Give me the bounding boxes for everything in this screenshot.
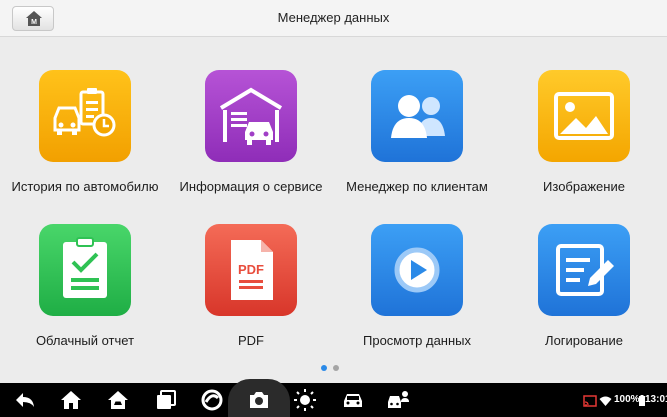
car-user-icon[interactable] [382, 383, 416, 417]
app-label: Изображение [543, 179, 625, 194]
logging-icon[interactable] [538, 224, 630, 316]
cloud-report-icon[interactable] [39, 224, 131, 316]
image-icon[interactable] [538, 70, 630, 162]
cast-icon [583, 395, 597, 407]
back-icon[interactable] [8, 383, 42, 417]
app-label: PDF [238, 333, 264, 348]
pdf-icon[interactable]: PDF [205, 224, 297, 316]
app-service-info[interactable]: Информация о сервисе [166, 70, 336, 210]
app-label: История по автомобилю [11, 179, 159, 194]
customers-icon[interactable] [371, 70, 463, 162]
header: M Менеджер данных [0, 0, 667, 37]
app-cloud-report[interactable]: Облачный отчет [0, 224, 170, 364]
vci-home-icon[interactable] [101, 383, 135, 417]
car-icon[interactable] [336, 383, 370, 417]
clock: 13:01 [645, 394, 667, 405]
app-customer-manager[interactable]: Менеджер по клиентам [332, 70, 502, 210]
app-label: Просмотр данных [363, 333, 471, 348]
app-label: Облачный отчет [35, 333, 135, 348]
page-dot[interactable] [333, 365, 339, 371]
recent-apps-icon[interactable] [149, 383, 183, 417]
vehicle-history-icon[interactable] [39, 70, 131, 162]
home-icon[interactable] [54, 383, 88, 417]
system-navbar: 100% 13:01 [0, 379, 667, 417]
app-label: Менеджер по клиентам [346, 179, 488, 194]
app-image[interactable]: Изображение [499, 70, 667, 210]
app-pdf[interactable]: PDF PDF [166, 224, 336, 364]
page-title: Менеджер данных [277, 10, 390, 25]
app-label: Информация о сервисе [179, 179, 323, 194]
data-playback-icon[interactable] [371, 224, 463, 316]
service-garage-icon[interactable] [205, 70, 297, 162]
camera-button[interactable] [228, 379, 290, 417]
brightness-icon[interactable] [288, 383, 322, 417]
camera-icon [250, 392, 268, 408]
app-logging[interactable]: Логирование [499, 224, 667, 364]
app-label: Логирование [545, 333, 623, 348]
app-grid: История по автомобилю Информация о серви… [0, 38, 667, 383]
battery-level: 100% [614, 394, 640, 405]
page-dot-active[interactable] [321, 365, 327, 371]
app-vehicle-history[interactable]: История по автомобилю [0, 70, 170, 210]
wifi-icon [599, 396, 612, 406]
status-bar: 100% 13:01 [583, 393, 667, 409]
app-data-playback[interactable]: Просмотр данных [332, 224, 502, 364]
svg-text:PDF: PDF [238, 262, 264, 277]
browser-icon[interactable] [195, 383, 229, 417]
